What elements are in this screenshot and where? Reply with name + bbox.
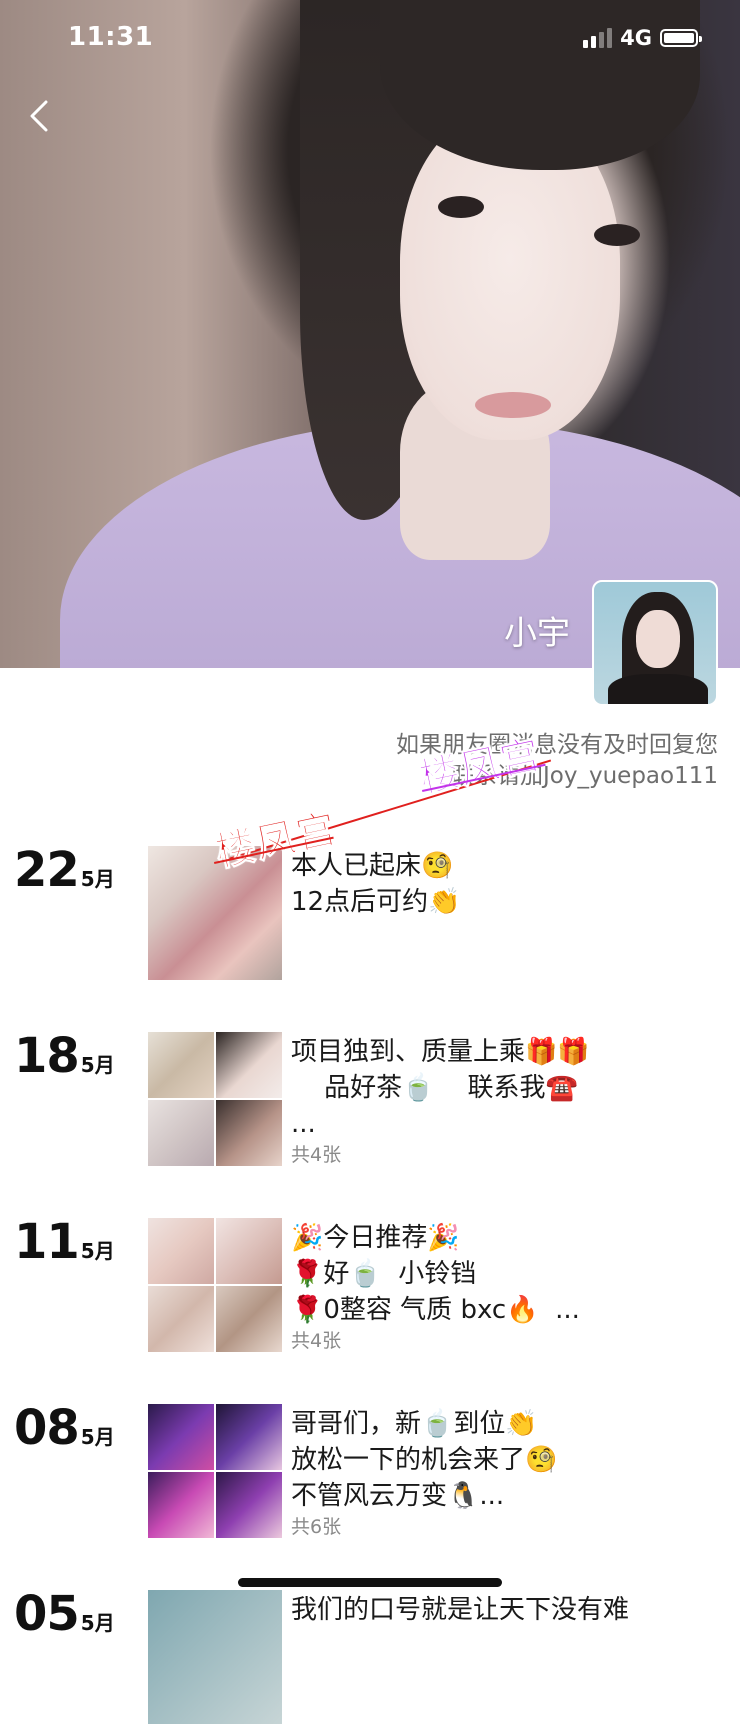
thumbnail-image xyxy=(216,1032,282,1098)
cover-photo[interactable]: 11:31 4G 小宇 xyxy=(0,0,740,668)
thumbnail-image xyxy=(216,1404,282,1470)
thumbnail-image xyxy=(216,1472,282,1538)
photo-count: 共4张 xyxy=(291,1330,342,1352)
thumbnail-image xyxy=(216,1286,282,1352)
thumbnail-image xyxy=(148,1032,214,1098)
thumbnail-image xyxy=(148,1472,214,1538)
post-date: 05 5月 xyxy=(14,1586,115,1642)
post-day: 05 xyxy=(14,1586,80,1642)
cover-eye-right xyxy=(594,224,640,246)
post-date: 08 5月 xyxy=(14,1400,115,1456)
network-label: 4G xyxy=(620,26,652,50)
post-date: 22 5月 xyxy=(14,842,115,898)
list-item[interactable]: 22 5月 本人已起床🧐 12点后可约👏 xyxy=(0,842,740,986)
thumbnail-image xyxy=(148,1218,214,1284)
status-time: 11:31 xyxy=(68,22,154,52)
post-month: 5月 xyxy=(80,1239,115,1263)
thumbnail-image xyxy=(216,1218,282,1284)
thumbnail-image xyxy=(148,1286,214,1352)
post-day: 08 xyxy=(14,1400,80,1456)
post-date: 11 5月 xyxy=(14,1214,115,1270)
post-month: 5月 xyxy=(80,867,115,891)
chevron-left-icon xyxy=(30,100,48,132)
status-indicators: 4G xyxy=(583,26,702,50)
post-month: 5月 xyxy=(80,1611,115,1635)
post-month: 5月 xyxy=(80,1425,115,1449)
post-thumbnails[interactable] xyxy=(148,1032,282,1166)
post-thumbnails[interactable] xyxy=(148,1590,282,1724)
post-month: 5月 xyxy=(80,1053,115,1077)
photo-count: 共4张 xyxy=(291,1144,342,1166)
avatar[interactable] xyxy=(592,580,718,706)
post-text: 项目独到、质量上乘🎁🎁 品好茶🍵 联系我☎️ ... xyxy=(291,1037,590,1139)
post-day: 11 xyxy=(14,1214,80,1270)
post-date: 18 5月 xyxy=(14,1028,115,1084)
signal-icon xyxy=(583,28,613,48)
post-day: 18 xyxy=(14,1028,80,1084)
thumbnail-image xyxy=(148,1404,214,1470)
back-button[interactable] xyxy=(22,92,62,138)
post-text: 🎉今日推荐🎉 🌹好🍵 小铃铛 🌹0整容 气质 bxc🔥 ... xyxy=(291,1223,580,1325)
photo-count: 共6张 xyxy=(291,1516,342,1538)
thumbnail-image xyxy=(148,1590,282,1724)
battery-icon xyxy=(660,29,702,47)
home-indicator[interactable] xyxy=(238,1578,502,1587)
list-item[interactable]: 11 5月 🎉今日推荐🎉 🌹好🍵 小铃铛 🌹0整容 气质 bxc🔥 ... 共4… xyxy=(0,1214,740,1358)
cover-eye-left xyxy=(438,196,484,218)
cover-lips xyxy=(475,392,551,418)
post-text: 我们的口号就是让天下没有难 xyxy=(291,1595,630,1625)
list-item[interactable]: 18 5月 项目独到、质量上乘🎁🎁 品好茶🍵 联系我☎️ ... 共4张 xyxy=(0,1028,740,1172)
post-day: 22 xyxy=(14,842,80,898)
thumbnail-image xyxy=(148,1100,214,1166)
post-thumbnails[interactable] xyxy=(148,1404,282,1538)
profile-name: 小宇 xyxy=(504,613,570,652)
list-item[interactable]: 08 5月 哥哥们，新🍵到位👏 放松一下的机会来了🧐 不管风云万变🐧... 共6… xyxy=(0,1400,740,1544)
post-thumbnails[interactable] xyxy=(148,1218,282,1352)
thumbnail-image xyxy=(216,1100,282,1166)
post-text: 哥哥们，新🍵到位👏 放松一下的机会来了🧐 不管风云万变🐧... xyxy=(291,1409,558,1511)
list-item[interactable]: 05 5月 我们的口号就是让天下没有难 xyxy=(0,1586,740,1730)
post-text: 本人已起床🧐 12点后可约👏 xyxy=(291,851,461,917)
